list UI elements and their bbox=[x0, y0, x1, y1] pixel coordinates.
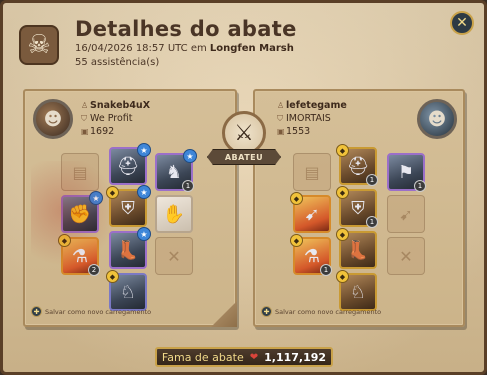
potion-icon: ⚗ bbox=[303, 245, 321, 267]
enchant-star-icon: ★ bbox=[137, 227, 151, 241]
tier-icon: ◆ bbox=[106, 186, 119, 199]
quantity-icon: 1 bbox=[320, 264, 332, 276]
cape-icon: ♞ bbox=[165, 161, 183, 183]
quantity-icon: 2 bbox=[88, 264, 100, 276]
fame-icon: ❤ bbox=[249, 351, 259, 363]
enchant-star-icon: ★ bbox=[137, 185, 151, 199]
save-icon: ✚ bbox=[261, 306, 272, 317]
potion-icon: ⚗ bbox=[71, 245, 89, 267]
window-title: Detalhes do abate bbox=[75, 17, 297, 41]
kill-details-window: ☠ Detalhes do abate 16/04/2026 18:57 UTC… bbox=[0, 0, 487, 375]
victim-avatar[interactable]: ☻ bbox=[417, 99, 457, 139]
food-slot-empty: ✕ bbox=[387, 237, 425, 275]
killer-panel: ☻ ♙ Snakeb4uX ⛉ We Profit ▣1692 ▤ ⛑ ★ ♞ ★ 1 ✊… bbox=[23, 89, 237, 327]
potion-item-slot[interactable]: ⚗ ◆ 1 bbox=[290, 234, 332, 276]
header: ☠ Detalhes do abate 16/04/2026 18:57 UTC… bbox=[3, 3, 484, 81]
cape-item-slot[interactable]: ⚑ 1 bbox=[387, 153, 426, 192]
killer-info: ♙ Snakeb4uX ⛉ We Profit ▣1692 bbox=[81, 99, 150, 138]
tier-icon: ◆ bbox=[290, 234, 303, 247]
mainhand-item-slot[interactable]: ✊ ★ bbox=[61, 191, 103, 233]
item-power-icon: ▣ bbox=[81, 127, 89, 136]
mount-icon: ♘ bbox=[119, 281, 137, 303]
tier-icon: ◆ bbox=[336, 270, 349, 283]
quality-icon: 1 bbox=[366, 174, 378, 186]
tier-icon: ◆ bbox=[336, 228, 349, 241]
quality-icon: 1 bbox=[414, 180, 426, 192]
victim-guild[interactable]: IMORTAIS bbox=[286, 113, 331, 124]
page-curl bbox=[211, 301, 237, 327]
crossbow-icon: ➹ bbox=[304, 203, 320, 225]
player-icon: ♙ bbox=[81, 101, 89, 110]
gauntlet-icon: ✊ bbox=[68, 203, 92, 225]
kill-location: Longfen Marsh bbox=[209, 43, 294, 54]
guild-icon: ⛉ bbox=[277, 114, 283, 123]
cape-item-slot[interactable]: ♞ ★ 1 bbox=[155, 149, 197, 192]
kill-fame-bar: Fama de abate ❤ 1,117,192 bbox=[155, 347, 333, 367]
boots-icon: 👢 bbox=[116, 239, 140, 261]
guild-icon: ⛉ bbox=[81, 114, 87, 123]
offhand-icon: ✋ bbox=[162, 203, 186, 225]
chest-item-slot[interactable]: ⛨ ◆ 1 bbox=[336, 186, 378, 228]
cape-icon: ⚑ bbox=[397, 161, 415, 183]
enchant-star-icon: ★ bbox=[137, 143, 151, 157]
chest-item-slot[interactable]: ⛨ ◆ ★ bbox=[106, 185, 151, 227]
tier-icon: ◆ bbox=[58, 234, 71, 247]
victim-name[interactable]: lefetegame bbox=[286, 100, 347, 111]
bag-slot-empty: ▤ bbox=[293, 153, 331, 191]
tier-icon: ◆ bbox=[290, 192, 303, 205]
quality-icon: 1 bbox=[366, 216, 378, 228]
potion-item-slot[interactable]: ⚗ ◆ 2 bbox=[58, 234, 100, 276]
victim-panel: ☻ ♙ lefetegame ⛉ IMORTAIS ▣1553 ▤ ⛑ ◆ 1 ⚑ 1 ➹… bbox=[253, 89, 465, 327]
killer-guild[interactable]: We Profit bbox=[90, 113, 132, 124]
fame-label: Fama de abate bbox=[161, 350, 244, 364]
killer-avatar[interactable]: ☻ bbox=[33, 99, 73, 139]
crossed-swords-icon: ⚔ bbox=[222, 111, 266, 155]
boots-icon: 👢 bbox=[346, 239, 370, 261]
enchant-star-icon: ★ bbox=[89, 191, 103, 205]
killer-item-power: 1692 bbox=[90, 126, 115, 137]
victim-info: ♙ lefetegame ⛉ IMORTAIS ▣1553 bbox=[277, 99, 347, 138]
bag-slot-empty: ▤ bbox=[61, 153, 99, 191]
fame-value: 1,117,192 bbox=[264, 350, 327, 364]
tier-icon: ◆ bbox=[336, 144, 349, 157]
victim-item-power: 1553 bbox=[286, 126, 311, 137]
helmet-icon: ⛑ bbox=[346, 155, 370, 177]
shoes-item-slot[interactable]: 👢 ★ bbox=[109, 227, 151, 269]
head-item-slot[interactable]: ⛑ ★ bbox=[109, 143, 151, 185]
kill-time-location: 16/04/2026 18:57 UTC em Longfen Marsh bbox=[75, 43, 294, 54]
offhand-item-slot[interactable]: ✋ bbox=[155, 195, 193, 233]
close-icon: ✕ bbox=[456, 15, 468, 31]
killer-save-label: Salvar como novo carregamento bbox=[45, 307, 152, 316]
shoes-item-slot[interactable]: 👢 ◆ bbox=[336, 228, 377, 269]
item-power-icon: ▣ bbox=[277, 127, 285, 136]
armor-icon: ⛨ bbox=[121, 197, 135, 219]
hood-icon: ⛑ bbox=[116, 155, 140, 177]
player-icon: ♙ bbox=[277, 101, 285, 110]
skull-icon: ☠ bbox=[19, 25, 59, 65]
save-icon: ✚ bbox=[31, 306, 42, 317]
victim-save-loadout[interactable]: ✚ Salvar como novo carregamento bbox=[261, 306, 381, 317]
killer-save-loadout[interactable]: ✚ Salvar como novo carregamento bbox=[31, 306, 151, 317]
food-slot-empty: ✕ bbox=[155, 237, 193, 275]
victim-save-label: Salvar como novo carregamento bbox=[275, 307, 382, 316]
mainhand-item-slot[interactable]: ➹ ◆ bbox=[290, 192, 331, 233]
kill-datetime: 16/04/2026 18:57 UTC em bbox=[75, 43, 207, 54]
killer-name[interactable]: Snakeb4uX bbox=[90, 100, 150, 111]
tier-icon: ◆ bbox=[106, 270, 119, 283]
mount-icon: ♘ bbox=[349, 281, 367, 303]
quality-icon: 1 bbox=[182, 180, 194, 192]
offhand-slot-empty: ➹ bbox=[387, 195, 425, 233]
close-button[interactable]: ✕ bbox=[450, 11, 474, 35]
tier-icon: ◆ bbox=[336, 186, 349, 199]
armor-icon: ⛨ bbox=[351, 197, 365, 219]
kill-ribbon: ABATEU bbox=[207, 149, 281, 165]
head-item-slot[interactable]: ⛑ ◆ 1 bbox=[336, 144, 378, 186]
enchant-star-icon: ★ bbox=[183, 149, 197, 163]
assist-count: 55 assistência(s) bbox=[75, 57, 160, 68]
